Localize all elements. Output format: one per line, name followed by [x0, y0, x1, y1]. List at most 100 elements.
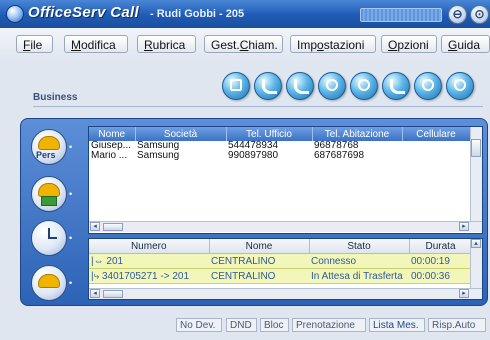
scroll-left-icon[interactable]: ◂	[90, 289, 100, 298]
title-bar: OfficeServ Call - Rudi Gobbi - 205 ⊖ ⊙	[0, 0, 490, 29]
app-title: OfficeServ Call	[28, 4, 139, 21]
cell-tel-abitazione: 687687698	[314, 151, 365, 161]
handset-shape	[38, 183, 60, 197]
minimize-button[interactable]: ⊖	[448, 5, 467, 24]
table-row[interactable]: Giusep... Samsung 544478934 96878768	[89, 141, 470, 151]
close-button[interactable]: ⊙	[470, 5, 489, 24]
column-header-tel-abitazione[interactable]: Tel. Abitazione	[312, 127, 403, 141]
phonebook-icon[interactable]	[222, 72, 250, 100]
status-prenotazione[interactable]: Prenotazione	[292, 318, 366, 332]
numero-text: 201	[106, 255, 124, 267]
status-no-dev[interactable]: No Dev.	[176, 318, 222, 332]
dial-icon[interactable]	[254, 72, 282, 100]
column-header-tel-ufficio[interactable]: Tel. Ufficio	[226, 127, 313, 141]
expand-arrow-icon: •	[69, 233, 73, 243]
column-header-durata[interactable]: Durata	[409, 239, 473, 254]
cell-stato: In Attesa di Trasferta	[309, 268, 409, 284]
cell-numero: |⤷ 3401705271 -> 201	[89, 268, 209, 284]
scroll-thumb[interactable]	[103, 290, 123, 298]
cell-stato: Connesso	[309, 253, 409, 269]
cell-cellulare	[402, 151, 470, 161]
title-decoration	[360, 8, 442, 22]
contacts-list: Nome Società Tel. Ufficio Tel. Abitazion…	[88, 126, 483, 234]
section-title: Business	[33, 92, 78, 103]
table-row[interactable]: |⤷ 3401705271 -> 201 CENTRALINO In Attes…	[89, 268, 472, 284]
connected-call-icon: |⇔	[91, 255, 107, 267]
expand-arrow-icon: •	[69, 189, 73, 199]
status-bar: No Dev. DND Bloc Prenotazione Lista Mes.…	[0, 312, 490, 340]
app-logo-icon[interactable]	[6, 5, 24, 23]
scroll-up-icon[interactable]: ▴	[471, 239, 481, 248]
scroll-left-icon[interactable]: ◂	[90, 222, 100, 231]
column-header-nome[interactable]: Nome	[209, 239, 310, 254]
calls-table: Numero Nome Stato Durata |⇔ 201 CENTRALI…	[89, 239, 473, 284]
calls-vertical-scrollbar[interactable]: ▴	[470, 239, 482, 288]
user-title: - Rudi Gobbi - 205	[150, 8, 245, 20]
edit-contact-icon[interactable]	[382, 72, 410, 100]
column-header-cellulare[interactable]: Cellulare	[402, 127, 471, 141]
menu-file[interactable]: File	[16, 35, 53, 53]
clock-hand	[48, 237, 57, 239]
waiting-call-icon: |⤷	[91, 270, 102, 282]
menu-gest-chiam[interactable]: Gest.Chiam.	[204, 35, 283, 53]
cell-numero: |⇔ 201	[89, 253, 209, 269]
cell-nome: CENTRALINO	[209, 268, 309, 284]
settings-icon[interactable]	[414, 72, 442, 100]
business-phone-icon	[31, 176, 67, 212]
menu-guida[interactable]: Guida	[441, 35, 490, 53]
calls-horizontal-scrollbar[interactable]: ◂ ▸	[89, 288, 482, 299]
contacts-header-row: Nome Società Tel. Ufficio Tel. Abitazion…	[89, 127, 471, 141]
status-bloc[interactable]: Bloc	[260, 318, 289, 332]
column-header-nome[interactable]: Nome	[89, 127, 136, 141]
column-header-stato[interactable]: Stato	[309, 239, 410, 254]
table-row[interactable]: Mario ... Samsung 990897980 687687698	[89, 151, 470, 161]
active-calls-button[interactable]: •	[31, 265, 77, 301]
cell-cellulare	[402, 141, 470, 151]
table-row[interactable]: |⇔ 201 CENTRALINO Connesso 00:00:19	[89, 253, 472, 269]
cell-nome: Mario ...	[91, 151, 128, 161]
forward-icon[interactable]	[318, 72, 346, 100]
call-history-button[interactable]: •	[31, 220, 77, 256]
status-lista-mes[interactable]: Lista Mes.	[369, 318, 425, 332]
active-call-icon	[31, 265, 67, 301]
menu-modifica[interactable]: Modifica	[64, 35, 128, 53]
cell-durata: 00:00:19	[409, 253, 472, 269]
cell-nome: Giusep...	[91, 141, 132, 151]
calls-header-row: Numero Nome Stato Durata	[89, 239, 473, 254]
personal-contacts-button[interactable]: Pers •	[31, 129, 77, 165]
cell-durata: 00:00:36	[409, 268, 472, 284]
cell-nome: CENTRALINO	[209, 253, 309, 269]
cell-tel-ufficio: 990897980	[228, 151, 279, 161]
scroll-right-icon[interactable]: ▸	[459, 289, 469, 298]
status-risp-auto[interactable]: Risp.Auto	[428, 318, 486, 332]
numero-text: 3401705271 -> 201	[101, 270, 190, 282]
menu-rubrica[interactable]: Rubrica	[137, 35, 196, 53]
menu-impostazioni[interactable]: Impostazioni	[290, 35, 376, 53]
column-header-societa[interactable]: Società	[135, 127, 227, 141]
cell-tel-ufficio: 544478934	[228, 141, 279, 151]
active-calls-list: Numero Nome Stato Durata |⇔ 201 CENTRALI…	[88, 238, 483, 300]
scroll-thumb[interactable]	[471, 139, 481, 157]
expand-arrow-icon: •	[69, 142, 73, 152]
expand-arrow-icon: •	[69, 278, 73, 288]
clock-icon	[31, 220, 67, 256]
conference-icon[interactable]	[350, 72, 378, 100]
menu-opzioni[interactable]: Opzioni	[381, 35, 437, 53]
handset-shape	[38, 136, 60, 150]
contacts-horizontal-scrollbar[interactable]: ◂ ▸	[89, 221, 482, 232]
base-shape	[41, 196, 57, 206]
scroll-right-icon[interactable]: ▸	[459, 222, 469, 231]
contacts-table: Nome Società Tel. Ufficio Tel. Abitazion…	[89, 127, 471, 161]
column-header-numero[interactable]: Numero	[89, 239, 210, 254]
scroll-thumb[interactable]	[103, 223, 123, 231]
menu-bar: File Modifica Rubrica Gest.Chiam. Impost…	[0, 28, 490, 62]
phone-icon: Pers	[31, 129, 67, 165]
pers-label: Pers	[36, 150, 56, 160]
status-dnd[interactable]: DND	[226, 318, 257, 332]
section-divider	[33, 106, 483, 107]
info-icon[interactable]	[446, 72, 474, 100]
transfer-icon[interactable]	[286, 72, 314, 100]
contacts-vertical-scrollbar[interactable]	[470, 127, 482, 221]
cell-societa: Samsung	[137, 151, 180, 161]
business-contacts-button[interactable]: •	[31, 176, 77, 212]
